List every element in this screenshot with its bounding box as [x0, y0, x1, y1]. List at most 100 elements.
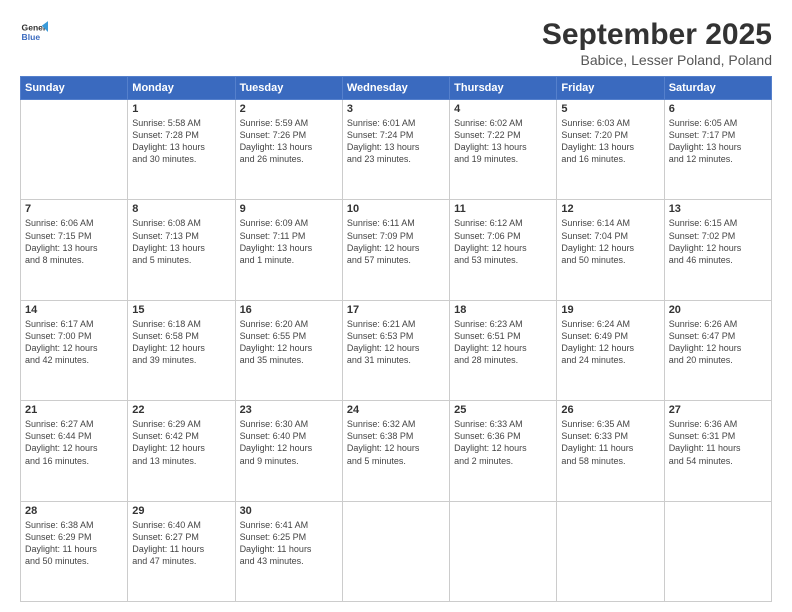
calendar-cell: 13 Sunrise: 6:15 AM Sunset: 7:02 PM Dayli…: [664, 200, 771, 300]
calendar-cell: 15Sunrise: 6:18 AM Sunset: 6:58 PM Dayli…: [128, 300, 235, 400]
calendar-cell: 2Sunrise: 5:59 AM Sunset: 7:26 PM Daylig…: [235, 100, 342, 200]
day-info: Sunrise: 5:58 AM Sunset: 7:28 PM Dayligh…: [132, 117, 230, 166]
day-number: 24: [347, 404, 445, 416]
calendar-cell: 10 Sunrise: 6:11 AM Sunset: 7:09 PM Dayli…: [342, 200, 449, 300]
logo: General Blue: [20, 18, 48, 46]
calendar-cell: 12 Sunrise: 6:14 AM Sunset: 7:04 PM Dayli…: [557, 200, 664, 300]
day-number: 18: [454, 304, 552, 316]
calendar-cell: 18 Sunrise: 6:23 AM Sunset: 6:51 PM Dayli…: [450, 300, 557, 400]
calendar-cell: 7 Sunrise: 6:06 AM Sunset: 7:15 PM Daylig…: [21, 200, 128, 300]
calendar-week-3: 14Sunrise: 6:17 AM Sunset: 7:00 PM Dayli…: [21, 300, 772, 400]
day-info: Sunrise: 6:40 AM Sunset: 6:27 PM Dayligh…: [132, 519, 230, 568]
page: General Blue September 2025 Babice, Less…: [0, 0, 792, 612]
day-number: 30: [240, 505, 338, 517]
main-title: September 2025: [542, 18, 772, 52]
day-number: 3: [347, 103, 445, 115]
day-number: 29: [132, 505, 230, 517]
calendar-cell: [664, 501, 771, 601]
day-number: 28: [25, 505, 123, 517]
calendar-cell: 27 Sunrise: 6:36 AM Sunset: 6:31 PM Dayli…: [664, 401, 771, 501]
day-info: Sunrise: 6:29 AM Sunset: 6:42 PM Dayligh…: [132, 418, 230, 467]
calendar-cell: 24 Sunrise: 6:32 AM Sunset: 6:38 PM Dayli…: [342, 401, 449, 501]
day-info: Sunrise: 6:11 AM Sunset: 7:09 PM Dayligh…: [347, 217, 445, 266]
calendar-cell: 23 Sunrise: 6:30 AM Sunset: 6:40 PM Dayli…: [235, 401, 342, 501]
calendar-header-saturday: Saturday: [664, 77, 771, 100]
day-number: 27: [669, 404, 767, 416]
calendar-cell: 6 Sunrise: 6:05 AM Sunset: 7:17 PM Daylig…: [664, 100, 771, 200]
day-info: Sunrise: 6:21 AM Sunset: 6:53 PM Dayligh…: [347, 318, 445, 367]
calendar-header-monday: Monday: [128, 77, 235, 100]
day-number: 19: [561, 304, 659, 316]
day-number: 8: [132, 203, 230, 215]
day-info: Sunrise: 6:06 AM Sunset: 7:15 PM Dayligh…: [25, 217, 123, 266]
logo-icon: General Blue: [20, 18, 48, 46]
calendar-cell: 16 Sunrise: 6:20 AM Sunset: 6:55 PM Dayli…: [235, 300, 342, 400]
day-info: Sunrise: 6:01 AM Sunset: 7:24 PM Dayligh…: [347, 117, 445, 166]
day-number: 12: [561, 203, 659, 215]
day-number: 17: [347, 304, 445, 316]
day-number: 5: [561, 103, 659, 115]
title-block: September 2025 Babice, Lesser Poland, Po…: [542, 18, 772, 68]
calendar-header-row: SundayMondayTuesdayWednesdayThursdayFrid…: [21, 77, 772, 100]
svg-text:Blue: Blue: [22, 32, 41, 42]
day-number: 6: [669, 103, 767, 115]
header: General Blue September 2025 Babice, Less…: [20, 18, 772, 68]
day-info: Sunrise: 6:36 AM Sunset: 6:31 PM Dayligh…: [669, 418, 767, 467]
calendar-week-1: 1 Sunrise: 5:58 AM Sunset: 7:28 PM Daylig…: [21, 100, 772, 200]
day-number: 10: [347, 203, 445, 215]
day-info: Sunrise: 6:09 AM Sunset: 7:11 PM Dayligh…: [240, 217, 338, 266]
calendar-header-friday: Friday: [557, 77, 664, 100]
calendar-cell: 20 Sunrise: 6:26 AM Sunset: 6:47 PM Dayli…: [664, 300, 771, 400]
day-info: Sunrise: 6:02 AM Sunset: 7:22 PM Dayligh…: [454, 117, 552, 166]
calendar-header-thursday: Thursday: [450, 77, 557, 100]
day-number: 13: [669, 203, 767, 215]
day-info: Sunrise: 6:38 AM Sunset: 6:29 PM Dayligh…: [25, 519, 123, 568]
day-info: Sunrise: 6:23 AM Sunset: 6:51 PM Dayligh…: [454, 318, 552, 367]
day-number: 23: [240, 404, 338, 416]
calendar-cell: 22Sunrise: 6:29 AM Sunset: 6:42 PM Dayli…: [128, 401, 235, 501]
calendar-week-5: 28 Sunrise: 6:38 AM Sunset: 6:29 PM Dayli…: [21, 501, 772, 601]
day-number: 20: [669, 304, 767, 316]
calendar-cell: 30Sunrise: 6:41 AM Sunset: 6:25 PM Dayli…: [235, 501, 342, 601]
day-number: 16: [240, 304, 338, 316]
day-info: Sunrise: 6:15 AM Sunset: 7:02 PM Dayligh…: [669, 217, 767, 266]
day-number: 21: [25, 404, 123, 416]
calendar-cell: 1 Sunrise: 5:58 AM Sunset: 7:28 PM Daylig…: [128, 100, 235, 200]
day-number: 11: [454, 203, 552, 215]
day-number: 26: [561, 404, 659, 416]
day-info: Sunrise: 6:32 AM Sunset: 6:38 PM Dayligh…: [347, 418, 445, 467]
day-info: Sunrise: 6:35 AM Sunset: 6:33 PM Dayligh…: [561, 418, 659, 467]
calendar-cell: 11 Sunrise: 6:12 AM Sunset: 7:06 PM Dayli…: [450, 200, 557, 300]
calendar-cell: 26 Sunrise: 6:35 AM Sunset: 6:33 PM Dayli…: [557, 401, 664, 501]
day-info: Sunrise: 6:20 AM Sunset: 6:55 PM Dayligh…: [240, 318, 338, 367]
calendar-cell: 28 Sunrise: 6:38 AM Sunset: 6:29 PM Dayli…: [21, 501, 128, 601]
calendar-header-wednesday: Wednesday: [342, 77, 449, 100]
day-number: 7: [25, 203, 123, 215]
calendar-cell: 29 Sunrise: 6:40 AM Sunset: 6:27 PM Dayli…: [128, 501, 235, 601]
day-info: Sunrise: 6:27 AM Sunset: 6:44 PM Dayligh…: [25, 418, 123, 467]
calendar-cell: 9 Sunrise: 6:09 AM Sunset: 7:11 PM Daylig…: [235, 200, 342, 300]
calendar-cell: 8Sunrise: 6:08 AM Sunset: 7:13 PM Daylig…: [128, 200, 235, 300]
day-number: 1: [132, 103, 230, 115]
day-info: Sunrise: 6:30 AM Sunset: 6:40 PM Dayligh…: [240, 418, 338, 467]
calendar-cell: 14Sunrise: 6:17 AM Sunset: 7:00 PM Dayli…: [21, 300, 128, 400]
day-info: Sunrise: 6:12 AM Sunset: 7:06 PM Dayligh…: [454, 217, 552, 266]
calendar-week-2: 7 Sunrise: 6:06 AM Sunset: 7:15 PM Daylig…: [21, 200, 772, 300]
day-info: Sunrise: 6:18 AM Sunset: 6:58 PM Dayligh…: [132, 318, 230, 367]
calendar-cell: [342, 501, 449, 601]
calendar-cell: 4Sunrise: 6:02 AM Sunset: 7:22 PM Daylig…: [450, 100, 557, 200]
day-number: 14: [25, 304, 123, 316]
day-info: Sunrise: 6:14 AM Sunset: 7:04 PM Dayligh…: [561, 217, 659, 266]
calendar-cell: 25Sunrise: 6:33 AM Sunset: 6:36 PM Dayli…: [450, 401, 557, 501]
day-number: 9: [240, 203, 338, 215]
day-info: Sunrise: 6:05 AM Sunset: 7:17 PM Dayligh…: [669, 117, 767, 166]
day-number: 2: [240, 103, 338, 115]
calendar-cell: 19 Sunrise: 6:24 AM Sunset: 6:49 PM Dayli…: [557, 300, 664, 400]
calendar-week-4: 21 Sunrise: 6:27 AM Sunset: 6:44 PM Dayli…: [21, 401, 772, 501]
calendar-cell: [450, 501, 557, 601]
day-info: Sunrise: 6:26 AM Sunset: 6:47 PM Dayligh…: [669, 318, 767, 367]
day-info: Sunrise: 6:03 AM Sunset: 7:20 PM Dayligh…: [561, 117, 659, 166]
calendar-cell: [557, 501, 664, 601]
calendar-header-tuesday: Tuesday: [235, 77, 342, 100]
day-info: Sunrise: 6:24 AM Sunset: 6:49 PM Dayligh…: [561, 318, 659, 367]
